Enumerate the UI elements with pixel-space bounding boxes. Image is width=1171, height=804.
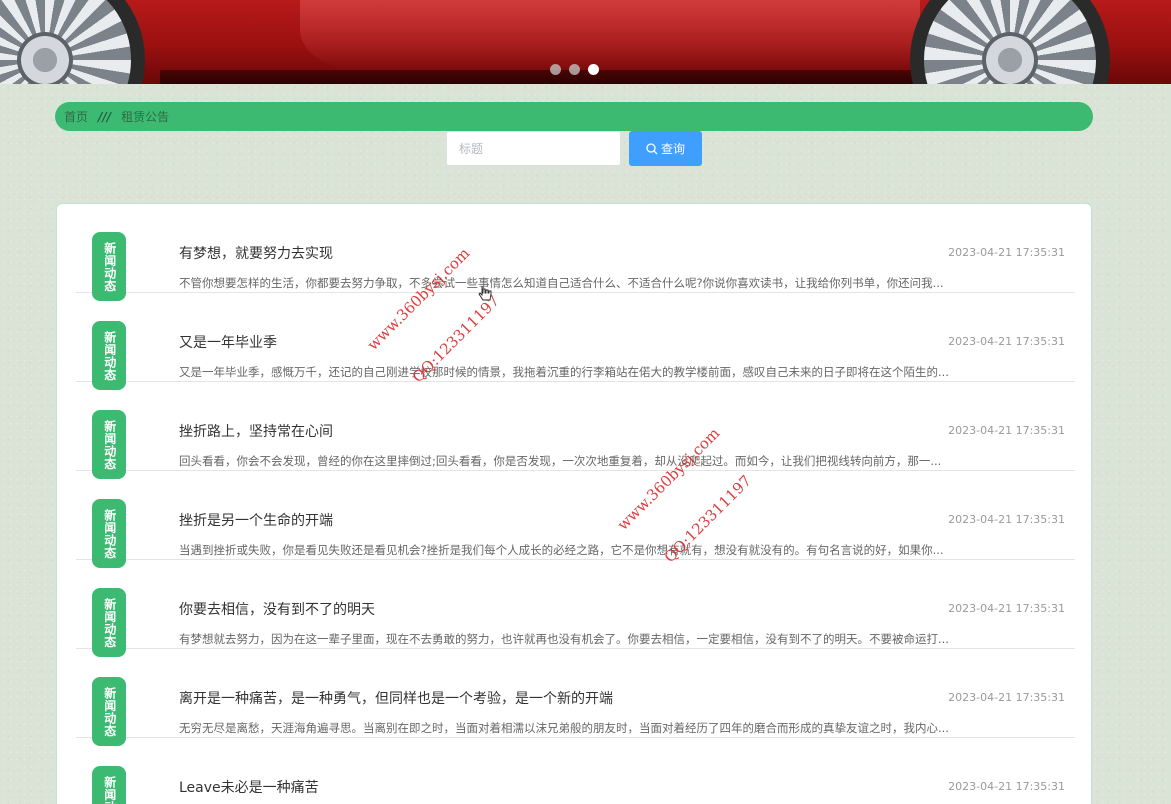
news-title[interactable]: 有梦想，就要努力去实现	[179, 243, 333, 263]
news-category-badge: 新闻动态	[92, 410, 126, 479]
news-summary: 不管你想要怎样的生活，你都要去努力争取，不多尝试一些事情怎么知道自己适合什么、不…	[179, 276, 944, 290]
news-title[interactable]: 挫折是另一个生命的开端	[179, 510, 333, 530]
breadcrumb-home[interactable]: 首页	[64, 108, 88, 125]
news-title[interactable]: Leave未必是一种痛苦	[179, 777, 319, 797]
news-title[interactable]: 你要去相信，没有到不了的明天	[179, 599, 375, 619]
news-item[interactable]: 新闻动态 有梦想，就要努力去实现 2023-04-21 17:35:31 不管你…	[76, 204, 1075, 301]
news-date: 2023-04-21 17:35:31	[948, 335, 1065, 348]
car-body-image	[300, 0, 920, 70]
breadcrumb: 首页 /// 租赁公告	[55, 102, 1093, 131]
news-date: 2023-04-21 17:35:31	[948, 513, 1065, 526]
news-summary: 有梦想就去努力，因为在这一辈子里面，现在不去勇敢的努力，也许就再也没有机会了。你…	[179, 632, 949, 646]
news-item[interactable]: 新闻动态 离开是一种痛苦，是一种勇气，但同样也是一个考验，是一个新的开端 202…	[76, 649, 1075, 746]
search-button-label: 查询	[660, 142, 685, 156]
news-date: 2023-04-21 17:35:31	[948, 691, 1065, 704]
carousel-dot-3[interactable]	[588, 64, 599, 75]
news-summary: 回头看看，你会不会发现，曾经的你在这里摔倒过;回头看看，你是否发现，一次次地重复…	[179, 454, 942, 468]
news-category-badge: 新闻动态	[92, 499, 126, 568]
news-title[interactable]: 离开是一种痛苦，是一种勇气，但同样也是一个考验，是一个新的开端	[179, 688, 613, 708]
news-category-badge: 新闻动态	[92, 677, 126, 746]
banner-carousel[interactable]	[0, 0, 1171, 84]
news-summary: 无穷无尽是离愁，天涯海角遍寻思。当离别在即之时，当面对着相濡以沫兄弟般的朋友时，…	[179, 721, 949, 735]
news-item[interactable]: 新闻动态 挫折是另一个生命的开端 2023-04-21 17:35:31 当遇到…	[76, 471, 1075, 568]
search-button[interactable]: 查询	[629, 131, 702, 166]
news-date: 2023-04-21 17:35:31	[948, 602, 1065, 615]
search-icon	[646, 142, 658, 154]
news-category-badge: 新闻动态	[92, 321, 126, 390]
breadcrumb-separator: ///	[98, 109, 112, 124]
news-category-badge: 新闻动态	[92, 588, 126, 657]
hand-cursor-icon	[478, 286, 492, 301]
news-summary: 当遇到挫折或失败，你是看见失败还是看见机会?挫折是我们每个人成长的必经之路，它不…	[179, 543, 944, 557]
news-list-panel: 新闻动态 有梦想，就要努力去实现 2023-04-21 17:35:31 不管你…	[56, 203, 1092, 804]
car-wheel-image	[0, 0, 145, 84]
carousel-dot-2[interactable]	[569, 64, 580, 75]
news-category-badge: 新闻动态	[92, 766, 126, 804]
news-title[interactable]: 挫折路上，坚持常在心间	[179, 421, 333, 441]
news-item[interactable]: 新闻动态 挫折路上，坚持常在心间 2023-04-21 17:35:31 回头看…	[76, 382, 1075, 479]
news-category-badge: 新闻动态	[92, 232, 126, 301]
title-search-input[interactable]	[446, 131, 621, 166]
carousel-dot-1[interactable]	[550, 64, 561, 75]
car-wheel-image	[910, 0, 1110, 84]
breadcrumb-current: 租赁公告	[121, 110, 170, 124]
carousel-indicators	[550, 64, 599, 75]
news-item[interactable]: 新闻动态 又是一年毕业季 2023-04-21 17:35:31 又是一年毕业季…	[76, 293, 1075, 390]
news-summary: 又是一年毕业季，感慨万千，还记的自己刚进学校那时候的情景，我拖着沉重的行李箱站在…	[179, 365, 949, 379]
news-title[interactable]: 又是一年毕业季	[179, 332, 277, 352]
news-date: 2023-04-21 17:35:31	[948, 424, 1065, 437]
news-date: 2023-04-21 17:35:31	[948, 246, 1065, 259]
news-item[interactable]: 新闻动态 你要去相信，没有到不了的明天 2023-04-21 17:35:31 …	[76, 560, 1075, 657]
news-date: 2023-04-21 17:35:31	[948, 780, 1065, 793]
news-item[interactable]: 新闻动态 Leave未必是一种痛苦 2023-04-21 17:35:31	[76, 738, 1075, 804]
